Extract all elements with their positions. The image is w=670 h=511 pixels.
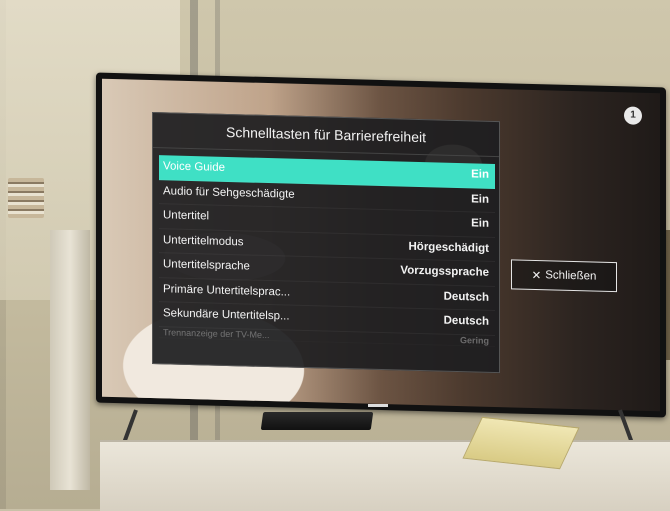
menu-list: Voice Guide Ein Audio für Sehgeschädigte… [159, 155, 495, 346]
set-top-box [260, 412, 374, 430]
bookshelf [8, 178, 44, 218]
tv-cabinet [100, 440, 670, 511]
room-pillar [50, 230, 90, 490]
channel-logo-icon: 1 [624, 106, 642, 125]
menu-title: Schnelltasten für Barrierefreiheit [153, 113, 499, 158]
close-icon: ✕ [531, 269, 542, 283]
accessibility-menu: Schnelltasten für Barrierefreiheit Voice… [152, 112, 500, 374]
close-button[interactable]: ✕ Schließen [511, 259, 617, 293]
close-button-label: Schließen [545, 269, 597, 283]
tv-screen: 1 Schnelltasten für Barrierefreiheit Voi… [102, 78, 660, 412]
tv-brand-strip [368, 404, 388, 407]
television: 1 Schnelltasten für Barrierefreiheit Voi… [96, 72, 666, 418]
